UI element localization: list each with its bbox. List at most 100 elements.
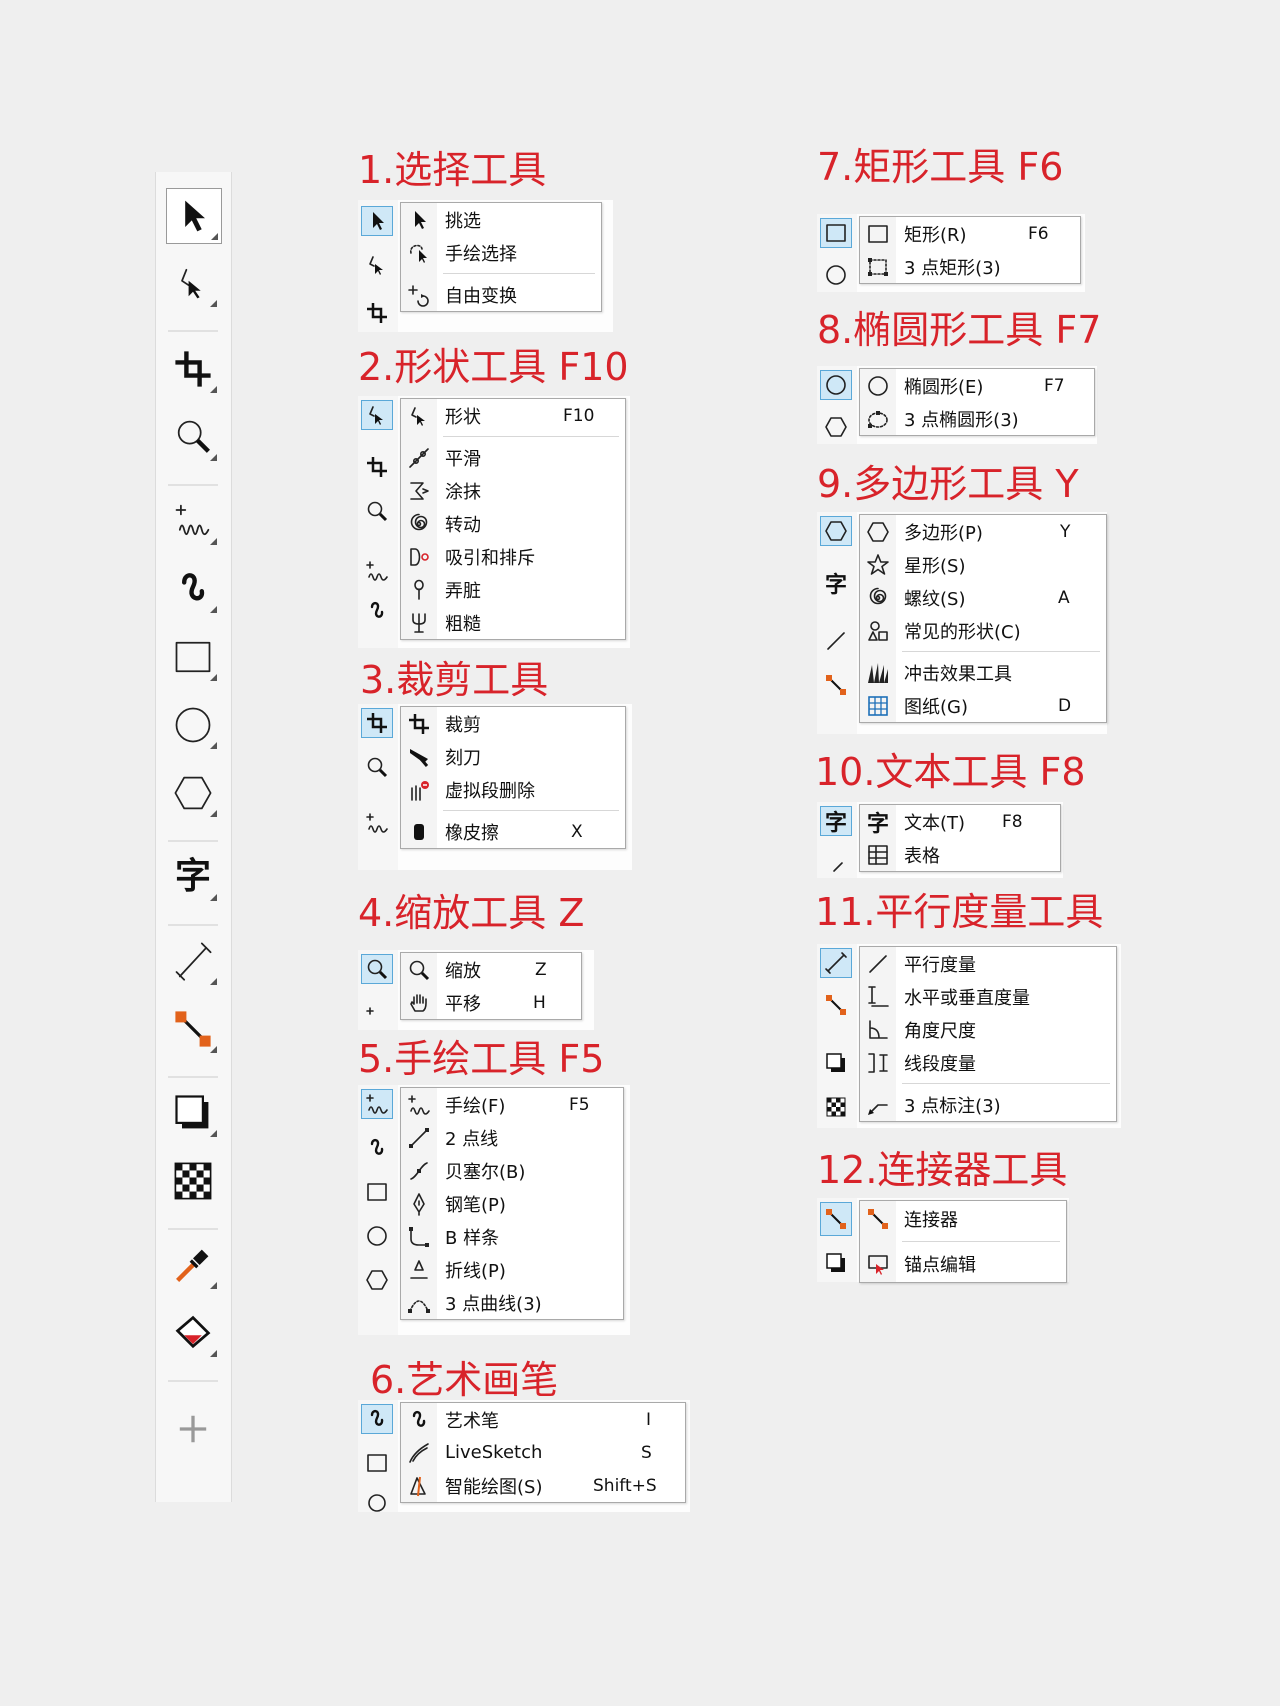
freehand-tool-button[interactable] (166, 494, 220, 548)
connector-tool-button[interactable] (820, 1202, 852, 1236)
menu-item-eraser[interactable]: 橡皮擦 X (401, 815, 625, 848)
crop-tool-button[interactable] (361, 708, 393, 738)
freehand-tool-button[interactable] (361, 1089, 393, 1119)
artistic-media-tool-button[interactable] (361, 596, 393, 626)
polygon-tool-button[interactable] (820, 412, 852, 442)
menu-item-angular-dimension[interactable]: 角度尺度 (860, 1013, 1116, 1046)
menu-item-attract-repel[interactable]: 吸引和排斥 (401, 540, 625, 573)
freehand-tool-button[interactable] (361, 1002, 393, 1032)
menu-item-free-transform[interactable]: 自由变换 (401, 278, 601, 311)
menu-item-rectangle[interactable]: 矩形(R) F6 (860, 217, 1080, 250)
menu-item-polyline[interactable]: 折线(P) (401, 1253, 623, 1286)
ellipse-tool-button[interactable] (361, 1486, 393, 1516)
menu-item-smudge[interactable]: 弄脏 (401, 573, 625, 606)
menu-item-horizontal-vertical-dimension[interactable]: 水平或垂直度量 (860, 980, 1116, 1013)
connector-tool-button[interactable] (166, 1002, 220, 1056)
drop-shadow-tool-button[interactable] (820, 1048, 852, 1078)
drop-shadow-tool-button[interactable] (166, 1086, 220, 1140)
rectangle-tool-button[interactable] (166, 630, 220, 684)
text-tool-button[interactable]: 字 (166, 850, 220, 904)
menu-item-3-point-ellipse[interactable]: 3 点椭圆形(3) (860, 402, 1094, 435)
menu-item-knife[interactable]: 刻刀 (401, 740, 625, 773)
parallel-dimension-tool-button[interactable] (166, 934, 220, 988)
menu-item-table[interactable]: 表格 (860, 838, 1060, 871)
rectangle-tool-button[interactable] (361, 1448, 393, 1478)
menu-item-pan[interactable]: 平移 H (401, 986, 581, 1019)
menu-item-roughen[interactable]: 粗糙 (401, 606, 625, 639)
transparency-tool-button[interactable] (166, 1154, 220, 1208)
polygon-tool-button[interactable] (166, 766, 220, 820)
menu-item-connector[interactable]: 连接器 (860, 1201, 1066, 1237)
menu-item-livesketch[interactable]: LiveSketch S (401, 1436, 685, 1469)
menu-item-segment-dimension[interactable]: 线段度量 (860, 1046, 1116, 1079)
drop-shadow-icon (826, 1053, 845, 1072)
pick-tool-button[interactable] (166, 188, 222, 244)
artistic-media-tool-button[interactable] (166, 562, 220, 616)
menu-item-anchor-edit[interactable]: 锚点编辑 (860, 1246, 1066, 1282)
polygon-tool-button[interactable] (820, 516, 852, 546)
parallel-dimension-tool-button[interactable] (820, 848, 852, 878)
ellipse-tool-button[interactable] (820, 260, 852, 290)
text-tool-button[interactable]: 字 (820, 806, 852, 836)
menu-item-graph-paper[interactable]: 图纸(G) D (860, 689, 1106, 722)
interactive-fill-tool-button[interactable] (166, 1306, 220, 1360)
menu-item-artistic-media[interactable]: 艺术笔 I (401, 1403, 685, 1436)
shape-tool-button[interactable] (361, 250, 393, 280)
menu-item-parallel-dimension[interactable]: 平行度量 (860, 947, 1116, 980)
crop-tool-button[interactable] (361, 298, 393, 328)
menu-item-crop[interactable]: 裁剪 (401, 707, 625, 740)
zoom-tool-button[interactable] (361, 954, 393, 984)
menu-item-smart-drawing[interactable]: 智能绘图(S) Shift+S (401, 1469, 685, 1502)
pick-tool-button[interactable] (361, 206, 393, 236)
add-tool-button[interactable] (166, 1402, 220, 1456)
menu-item-pick[interactable]: 挑选 (401, 203, 601, 236)
menu-item-text[interactable]: 字文本(T) F8 (860, 805, 1060, 838)
crop-tool-button[interactable] (361, 452, 393, 482)
menu-item-bezier[interactable]: 贝塞尔(B) (401, 1154, 623, 1187)
shape-tool-button[interactable] (166, 256, 220, 310)
parallel-dimension-tool-button[interactable] (820, 948, 852, 978)
menu-item-smooth[interactable]: 平滑 (401, 441, 625, 474)
ellipse-tool-button[interactable] (820, 370, 852, 400)
parallel-dimension-tool-button[interactable] (820, 626, 852, 656)
rectangle-tool-button[interactable] (820, 218, 852, 248)
menu-item-freehand-pick[interactable]: 手绘选择 (401, 236, 601, 269)
artistic-media-tool-button[interactable] (361, 1133, 393, 1163)
menu-item-virtual-segment-delete[interactable]: 虚拟段删除 (401, 773, 625, 806)
menu-item-spiral[interactable]: 螺纹(S) A (860, 581, 1106, 614)
menu-item-3-point-rectangle[interactable]: 3 点矩形(3) (860, 250, 1080, 283)
freehand-tool-button[interactable] (361, 556, 393, 586)
menu-item-pen[interactable]: 钢笔(P) (401, 1187, 623, 1220)
zoom-tool-button[interactable] (361, 496, 393, 526)
menu-item-2-point-line[interactable]: 2 点线 (401, 1121, 623, 1154)
menu-item-ellipse[interactable]: 椭圆形(E) F7 (860, 369, 1094, 402)
menu-item-shape[interactable]: 形状 F10 (401, 399, 625, 432)
zoom-tool-button[interactable] (361, 752, 393, 782)
menu-item-common-shapes[interactable]: 常见的形状(C) (860, 614, 1106, 647)
menu-item-impact-effect[interactable]: 冲击效果工具 (860, 656, 1106, 689)
menu-item-3-point-callout[interactable]: 3 点标注(3) (860, 1088, 1116, 1121)
artistic-media-tool-button[interactable] (361, 1404, 393, 1434)
menu-item-3-point-curve[interactable]: 3 点曲线(3) (401, 1286, 623, 1319)
menu-item-freehand[interactable]: 手绘(F) F5 (401, 1088, 623, 1121)
ellipse-tool-button[interactable] (166, 698, 220, 752)
menu-item-b-spline[interactable]: B 样条 (401, 1220, 623, 1253)
menu-item-zoom[interactable]: 缩放 Z (401, 953, 581, 986)
color-eyedropper-tool-button[interactable] (166, 1238, 220, 1292)
connector-tool-button[interactable] (820, 990, 852, 1020)
ellipse-tool-button[interactable] (361, 1221, 393, 1251)
rectangle-tool-button[interactable] (361, 1177, 393, 1207)
transparency-tool-button[interactable] (820, 1092, 852, 1122)
shape-tool-button[interactable] (361, 400, 393, 430)
connector-tool-button[interactable] (820, 670, 852, 700)
text-tool-button[interactable]: 字 (820, 568, 852, 598)
crop-tool-button[interactable] (166, 342, 220, 396)
polygon-tool-button[interactable] (361, 1265, 393, 1295)
menu-item-star[interactable]: 星形(S) (860, 548, 1106, 581)
zoom-tool-button[interactable] (166, 410, 220, 464)
menu-item-twirl[interactable]: 转动 (401, 507, 625, 540)
menu-item-polygon[interactable]: 多边形(P) Y (860, 515, 1106, 548)
drop-shadow-tool-button[interactable] (820, 1248, 852, 1278)
freehand-tool-button[interactable] (361, 808, 393, 838)
menu-item-smear[interactable]: 涂抹 (401, 474, 625, 507)
